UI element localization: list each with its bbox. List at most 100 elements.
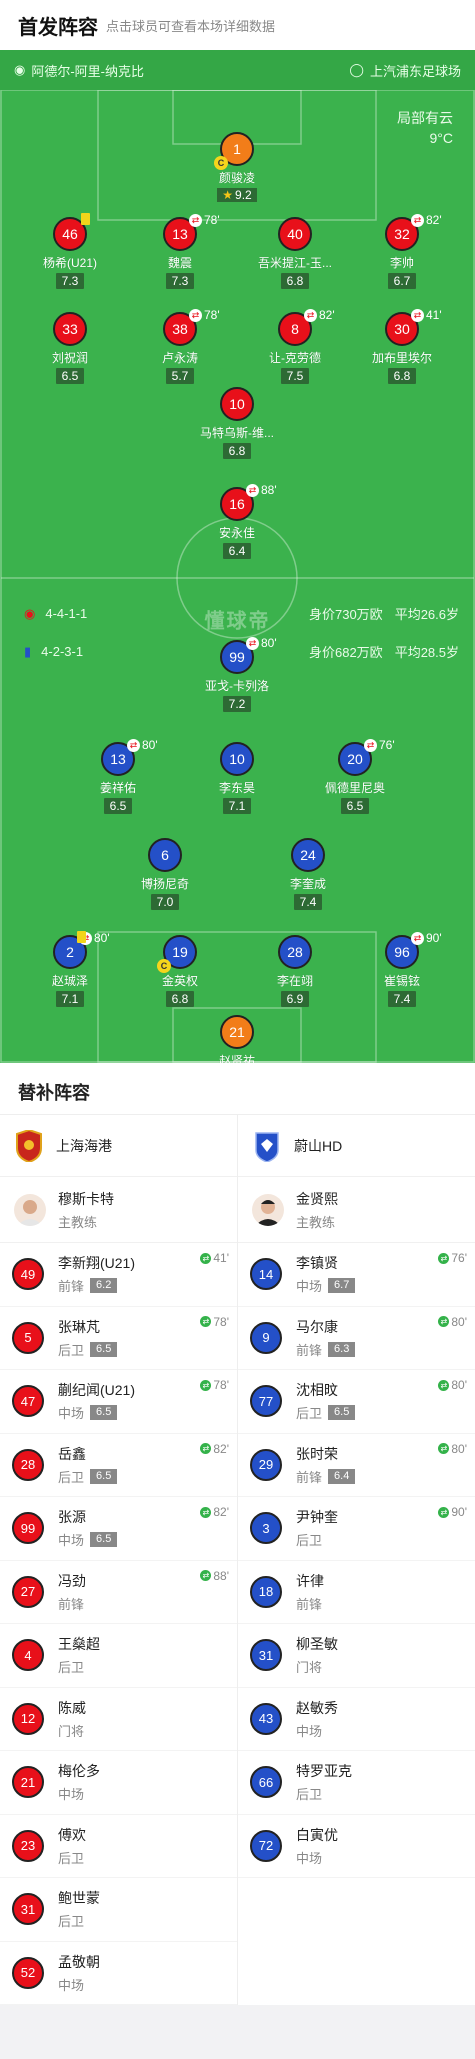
player-away[interactable]: 96 ⇄ 90' 崔锡铉 7.4 (337, 931, 467, 1008)
sub-in-marker: ⇄ 78' (200, 1315, 229, 1329)
home-crest-icon: ◉ (24, 605, 36, 621)
player-position-row: 中场 (58, 1975, 100, 1994)
bench-player-row[interactable]: 72 白寅优 中场 (238, 1815, 475, 1878)
sub-in-marker: ⇄ 90' (438, 1505, 467, 1519)
away-coach[interactable]: 金贤熙 主教练 (238, 1177, 475, 1243)
player-away[interactable]: 13 ⇄ 80' 姜祥佑 6.5 (53, 738, 183, 815)
player-rating: 6.7 (387, 273, 417, 289)
sub-out-icon: ⇄ (189, 213, 202, 227)
sub-out-icon: ⇄ (127, 738, 140, 752)
player-rating: 6.9 (280, 991, 310, 1007)
player-name: 冯劲 (58, 1572, 86, 1589)
jersey-number: 14 (250, 1258, 282, 1291)
player-name: 傅欢 (58, 1826, 86, 1843)
bench-player-row[interactable]: 21 梅伦多 中场 (0, 1751, 237, 1815)
sub-minute: 78' (204, 308, 220, 322)
jersey-number: 47 (12, 1385, 44, 1418)
player-home[interactable]: 1 C 颜骏凌 ★ 9.2 (172, 132, 302, 204)
player-rating: 6.7 (328, 1278, 356, 1294)
jersey-number: 72 (250, 1829, 282, 1862)
bench-player-row[interactable]: 66 特罗亚克 后卫 (238, 1751, 475, 1815)
player-rating: 7.3 (55, 273, 85, 289)
player-position: 后卫 (58, 1469, 85, 1485)
sub-out-icon: ⇄ (364, 738, 377, 752)
player-position: 中场 (296, 1850, 323, 1866)
sub-in-marker: ⇄ 88' (200, 1569, 229, 1583)
player-name: 李镇贤 (296, 1255, 338, 1272)
page-subtitle: 点击球员可查看本场详细数据 (106, 18, 276, 34)
player-badge: 10 (220, 387, 254, 421)
player-position-row: 前锋 6.4 (296, 1467, 356, 1486)
bench-player-row[interactable]: 31 鲍世蒙 后卫 (0, 1878, 237, 1942)
player-home[interactable]: 38 ⇄ 78' 卢永涛 5.7 (115, 308, 245, 385)
player-home[interactable]: 30 ⇄ 41' 加布里埃尔 6.8 (337, 308, 467, 385)
bench-player-row[interactable]: 9 马尔康 前锋 6.3 ⇄ 80' (238, 1307, 475, 1370)
jersey-number: 52 (12, 1956, 44, 1989)
player-position: 前锋 (296, 1469, 323, 1485)
player-position-row: 后卫 6.5 (58, 1467, 118, 1486)
player-rating: 6.2 (90, 1278, 118, 1294)
away-team-header[interactable]: 蔚山HD (238, 1115, 475, 1177)
player-rating: 6.5 (340, 798, 370, 814)
player-badge: 32 ⇄ 82' (385, 213, 442, 251)
home-value: 身价730万欧 (308, 607, 383, 622)
player-badge: 24 (291, 838, 325, 872)
player-away[interactable]: 24 李奎成 7.4 (243, 838, 373, 911)
player-rating: 6.5 (103, 798, 133, 814)
temperature: 9°C (429, 130, 454, 146)
jersey-number: 10 (220, 742, 254, 776)
player-home[interactable]: 10 马特乌斯-维... 6.8 (172, 387, 302, 460)
bench-player-row[interactable]: 28 岳鑫 后卫 6.5 ⇄ 82' (0, 1434, 237, 1497)
sub-minute: 80' (142, 738, 158, 752)
bench-player-row[interactable]: 27 冯劲 前锋 ⇄ 88' (0, 1561, 237, 1624)
avatar (252, 1193, 284, 1226)
bench-player-row[interactable]: 29 张时荣 前锋 6.4 ⇄ 80' (238, 1434, 475, 1497)
home-coach[interactable]: 穆斯卡特 主教练 (0, 1177, 237, 1243)
player-home[interactable]: 13 ⇄ 78' 魏震 7.3 (115, 213, 245, 290)
sub-out-icon: ⇄ (189, 308, 202, 322)
bench-player-row[interactable]: 18 许律 前锋 (238, 1561, 475, 1624)
bench-player-row[interactable]: 3 尹钟奎 后卫 ⇄ 90' (238, 1497, 475, 1561)
bench-player-row[interactable]: 52 孟敬朝 中场 (0, 1942, 237, 2005)
bench-player-row[interactable]: 31 柳圣敏 门将 (238, 1624, 475, 1688)
player-away[interactable]: 10 李东昊 7.1 (172, 742, 302, 815)
player-rating: ★ 9.2 (217, 188, 257, 202)
player-rating: 6.5 (328, 1405, 356, 1421)
jersey-number: 77 (250, 1385, 282, 1418)
player-away[interactable]: 21赵贤祐7.1 (172, 1015, 302, 1063)
bench-player-row[interactable]: 4 王燊超 后卫 (0, 1624, 237, 1688)
bench-player-row[interactable]: 14 李镇贤 中场 6.7 ⇄ 76' (238, 1243, 475, 1307)
player-badge: 19 C (157, 935, 197, 973)
jersey-number: 12 (12, 1702, 44, 1735)
bench-player-row[interactable]: 99 张源 中场 6.5 ⇄ 82' (0, 1497, 237, 1561)
bench-player-row[interactable]: 43 赵敏秀 中场 (238, 1688, 475, 1751)
sub-minute: 76' (379, 738, 395, 752)
player-badge: 33 (53, 312, 87, 346)
player-away[interactable]: 6 博扬尼奇 7.0 (100, 838, 230, 911)
bench-player-row[interactable]: 5 张琳芃 后卫 6.5 ⇄ 78' (0, 1307, 237, 1370)
bench-player-row[interactable]: 49 李新翔(U21) 前锋 6.2 ⇄ 41' (0, 1243, 237, 1307)
player-home[interactable]: 32 ⇄ 82' 李帅 6.7 (337, 213, 467, 290)
player-away[interactable]: 99 ⇄ 80' 亚戈-卡列洛 7.2 (172, 636, 302, 713)
player-away[interactable]: 19 C 金英权 6.8 (115, 935, 245, 1008)
player-away[interactable]: 20 ⇄ 76' 佩德里尼奥 6.5 (290, 738, 420, 815)
jersey-number: 6 (148, 838, 182, 872)
captain-badge: C (214, 156, 228, 170)
bench-player-row[interactable]: 23 傅欢 后卫 (0, 1815, 237, 1878)
player-home[interactable]: 16 ⇄ 88' 安永佳 6.4 (172, 483, 302, 560)
player-rating: 6.8 (280, 273, 310, 289)
bench-player-row[interactable]: 47 蒯纪闻(U21) 中场 6.5 ⇄ 78' (0, 1370, 237, 1434)
player-badge: 8 ⇄ 82' (278, 308, 335, 346)
sub-minute: 78' (204, 213, 220, 227)
away-team-name: 蔚山HD (294, 1137, 343, 1154)
sub-in-marker: ⇄ 82' (200, 1505, 229, 1519)
player-badge: 30 ⇄ 41' (385, 308, 442, 346)
jersey-number: 28 (12, 1448, 44, 1481)
sub-out-icon: ⇄ (411, 308, 424, 322)
away-age: 平均28.5岁 (394, 645, 459, 660)
home-team-header[interactable]: 上海海港 (0, 1115, 237, 1177)
bench-player-row[interactable]: 77 沈相旼 后卫 6.5 ⇄ 80' (238, 1370, 475, 1434)
player-badge: 2⇄80' (53, 931, 110, 969)
jersey-number: 5 (12, 1321, 44, 1354)
bench-player-row[interactable]: 12 陈威 门将 (0, 1688, 237, 1751)
